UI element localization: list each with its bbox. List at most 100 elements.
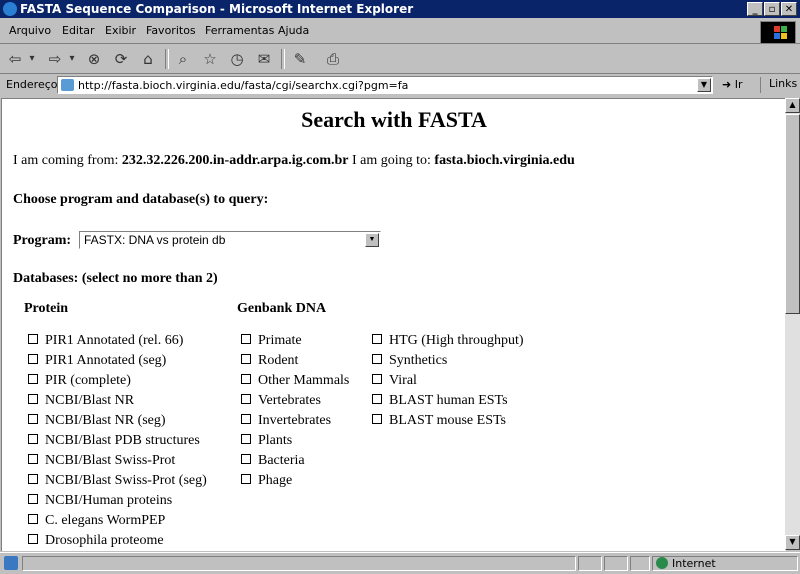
favorites-icon[interactable]: ☆ [199,49,221,69]
genbank-checkbox-row[interactable]: Invertebrates [241,413,331,429]
checkbox[interactable] [241,394,251,404]
genbank-checkbox-row[interactable]: BLAST human ESTs [372,393,508,409]
program-select[interactable]: FASTX: DNA vs protein db ▼ [79,231,381,249]
checkbox[interactable] [28,454,38,464]
status-bar: Internet [0,552,800,574]
go-arrow-icon: ➜ [722,78,732,91]
close-button[interactable]: ✕ [781,2,797,16]
go-label: Ir [734,78,743,91]
checkbox[interactable] [372,414,382,424]
protein-checkbox-row[interactable]: NCBI/Blast PDB structures [28,433,200,449]
going-prefix: I am going to: [351,153,431,168]
genbank-checkbox-row[interactable]: BLAST mouse ESTs [372,413,506,429]
windows-logo-icon [760,21,796,44]
protein-checkbox-row[interactable]: NCBI/Blast NR [28,393,134,409]
address-input[interactable]: http://fasta.bioch.virginia.edu/fasta/cg… [57,76,713,94]
address-dropdown-icon[interactable]: ▼ [697,78,711,92]
go-button[interactable]: ➜ Ir [722,78,743,91]
genbank-checkbox-row[interactable]: HTG (High throughput) [372,333,524,349]
links-button[interactable]: Links [760,77,800,93]
protein-checkbox-row[interactable]: NCBI/Blast Swiss-Prot (seg) [28,473,207,489]
menu-exibir[interactable]: Exibir [105,24,136,37]
protein-checkbox-row[interactable]: PIR (complete) [28,373,131,389]
genbank-checkbox-row[interactable]: Primate [241,333,302,349]
genbank-checkbox-row[interactable]: Synthetics [372,353,447,369]
genbank-db-label: Rodent [258,353,299,368]
address-url[interactable]: http://fasta.bioch.virginia.edu/fasta/cg… [78,79,408,92]
forward-dropdown-icon[interactable]: ▾ [66,49,78,69]
protein-checkbox-row[interactable]: NCBI/Human proteins [28,493,172,509]
menu-ajuda[interactable]: Ajuda [278,24,309,37]
window-title: FASTA Sequence Comparison - Microsoft In… [20,2,414,16]
stop-icon[interactable]: ⊗ [83,49,105,69]
menu-ferramentas[interactable]: Ferramentas [205,24,274,37]
forward-icon[interactable]: ⇨ [44,49,66,69]
genbank-checkbox-row[interactable]: Bacteria [241,453,305,469]
protein-checkbox-row[interactable]: PIR1 Annotated (seg) [28,353,166,369]
genbank-checkbox-row[interactable]: Viral [372,373,417,389]
checkbox[interactable] [28,534,38,544]
genbank-db-label: Vertebrates [258,393,321,408]
checkbox[interactable] [372,394,382,404]
checkbox[interactable] [28,354,38,364]
genbank-checkbox-row[interactable]: Plants [241,433,292,449]
menu-arquivo[interactable]: Arquivo [9,24,51,37]
scroll-down-icon[interactable]: ▼ [785,535,800,550]
protein-checkbox-row[interactable]: PIR1 Annotated (rel. 66) [28,333,183,349]
checkbox[interactable] [28,334,38,344]
checkbox[interactable] [28,514,38,524]
checkbox[interactable] [28,394,38,404]
checkbox[interactable] [372,334,382,344]
print-icon[interactable]: ⎙ [322,49,344,69]
checkbox[interactable] [372,374,382,384]
restore-button[interactable]: ▫ [764,2,780,16]
ie-app-icon[interactable] [3,2,17,16]
history-icon[interactable]: ◷ [226,49,248,69]
genbank-checkbox-row[interactable]: Rodent [241,353,298,369]
menu-favoritos[interactable]: Favoritos [146,24,196,37]
edit-icon[interactable]: ✎ [289,49,311,69]
back-icon[interactable]: ⇦ [4,49,26,69]
protein-checkbox-row[interactable]: C. elegans WormPEP [28,513,165,529]
status-panel [630,556,650,571]
checkbox[interactable] [28,374,38,384]
coming-prefix: I am coming from: [13,153,119,168]
checkbox[interactable] [28,434,38,444]
protein-checkbox-row[interactable]: Drosophila proteome [28,533,164,549]
menu-editar[interactable]: Editar [62,24,95,37]
protein-header: Protein [24,301,69,316]
protein-checkbox-row[interactable]: NCBI/Blast Swiss-Prot [28,453,175,469]
checkbox[interactable] [28,414,38,424]
checkbox[interactable] [241,454,251,464]
checkbox[interactable] [241,434,251,444]
genbank-checkbox-row[interactable]: Vertebrates [241,393,321,409]
checkbox[interactable] [241,354,251,364]
mail-icon[interactable]: ✉ [253,49,275,69]
choose-label: Choose program and database(s) to query: [13,192,269,207]
genbank-checkbox-row[interactable]: Phage [241,473,292,489]
checkbox[interactable] [241,414,251,424]
checkbox[interactable] [28,494,38,504]
protein-checkbox-row[interactable]: NCBI/Blast NR (seg) [28,413,166,429]
scroll-up-icon[interactable]: ▲ [785,98,800,113]
checkbox[interactable] [241,474,251,484]
toolbar: ⇦ ▾ ⇨ ▾ ⊗ ⟳ ⌂ ⌕ ☆ ◷ ✉ ✎ ⎙ [0,45,800,74]
checkbox[interactable] [372,354,382,364]
checkbox[interactable] [28,474,38,484]
toolbar-separator [281,49,285,69]
genbank-checkbox-row[interactable]: Other Mammals [241,373,349,389]
page-icon [61,79,74,91]
chevron-down-icon[interactable]: ▼ [365,233,379,247]
checkbox[interactable] [241,334,251,344]
vertical-scrollbar[interactable]: ▲ ▼ [785,98,800,550]
checkbox[interactable] [241,374,251,384]
protein-db-label: PIR (complete) [45,373,131,388]
minimize-button[interactable]: _ [747,2,763,16]
home-icon[interactable]: ⌂ [137,49,159,69]
program-value: FASTX: DNA vs protein db [84,233,226,247]
page-status-icon [4,556,18,570]
refresh-icon[interactable]: ⟳ [110,49,132,69]
scroll-thumb[interactable] [785,114,800,314]
search-icon[interactable]: ⌕ [172,49,194,69]
back-dropdown-icon[interactable]: ▾ [26,49,38,69]
